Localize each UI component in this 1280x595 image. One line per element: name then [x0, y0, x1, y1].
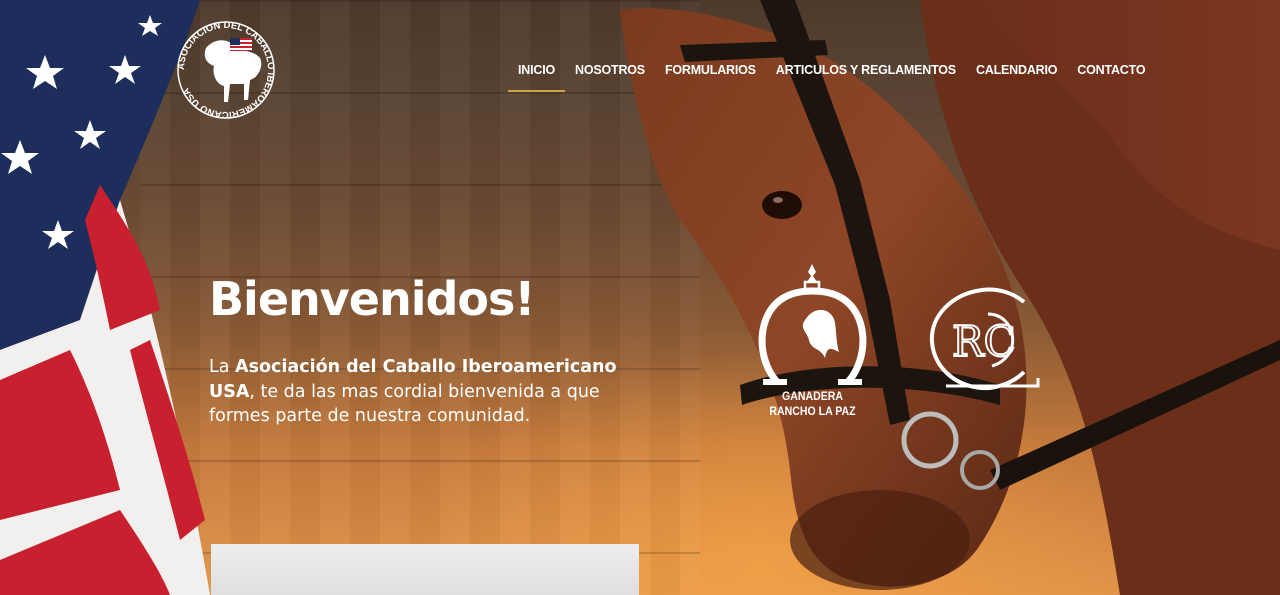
nav-item-contacto[interactable]: CONTACTO	[1067, 63, 1155, 92]
ganadera-emblem-icon	[758, 264, 867, 385]
nav-item-calendario[interactable]: CALENDARIO	[966, 63, 1067, 92]
intro-prefix: La	[209, 357, 236, 377]
sponsor-ganadera-rancho-la-paz[interactable]: GANADERA RANCHO LA PAZ	[755, 262, 870, 427]
nav-item-articulos-y-reglamentos[interactable]: ARTICULOS Y REGLAMENTOS	[766, 63, 966, 92]
hero-section: ASOCIACION DEL CABALLO IBEROAMERICANO US…	[0, 0, 1280, 595]
horse-emblem-icon[interactable]: ASOCIACION DEL CABALLO IBEROAMERICANO US…	[168, 8, 284, 124]
hero-headline: Bienvenidos!	[209, 272, 535, 326]
nav-item-inicio[interactable]: INICIO	[508, 63, 565, 92]
intro-suffix: , te da las mas cordial bienvenida a que…	[209, 381, 600, 427]
nav-item-formularios[interactable]: FORMULARIOS	[655, 63, 766, 92]
content-card	[211, 544, 639, 595]
ganadera-line2: RANCHO LA PAZ	[769, 404, 856, 418]
intro-bold-org: Asociación del Caballo Iberoamericano	[235, 357, 617, 377]
nav-item-nosotros[interactable]: NOSOTROS	[565, 63, 655, 92]
main-nav: INICIO NOSOTROS FORMULARIOS ARTICULOS Y …	[508, 63, 1155, 92]
ganadera-name: GANADERA RANCHO LA PAZ	[762, 389, 863, 419]
sponsor-rc-monogram[interactable]: RC	[926, 286, 1044, 392]
ganadera-line1: GANADERA	[781, 389, 844, 403]
hero-intro: La Asociación del Caballo Iberoamericano…	[209, 355, 639, 429]
intro-bold-usa: USA	[209, 381, 250, 402]
